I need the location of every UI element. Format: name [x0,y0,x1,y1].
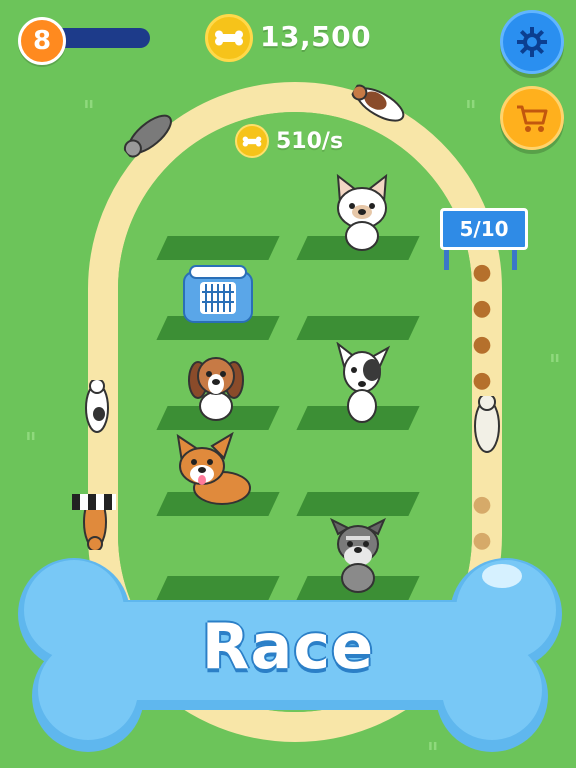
shop-button[interactable] [500,86,564,150]
shopping-cart-icon [517,105,548,132]
race-button-label: Race [201,610,375,683]
level-badge: 8 [18,17,66,65]
paw-icon: ● [472,368,492,393]
racing-dog-bull-terrier [82,380,112,434]
grass-decoration: ıı [466,96,476,112]
start-finish-line [72,494,116,510]
paw-icon: ● [472,332,492,357]
paw-icon: ● [472,492,492,517]
grid-slot[interactable] [296,492,420,516]
gear-icon [517,27,547,57]
pet-carrier-icon[interactable] [180,262,256,328]
coin-balance: 13,500 [260,20,372,53]
paw-icon: ● [472,296,492,321]
grid-slot[interactable] [156,236,280,260]
dog-beagle[interactable] [184,350,248,422]
bone-coin-icon [235,124,269,158]
settings-button[interactable] [500,10,564,74]
race-progress-sign: 5/10 [440,208,528,250]
dog-french-bulldog[interactable] [330,172,394,252]
grass-decoration: ıı [84,96,94,112]
bone-coin-icon [205,14,253,62]
grass-decoration: ıı [26,428,36,444]
income-rate: 510/s [276,129,344,154]
dog-bull-terrier[interactable] [330,342,394,426]
grass-decoration: ıı [550,350,560,366]
paw-icon: ● [472,260,492,285]
dog-corgi[interactable] [172,432,256,510]
racing-dog-white [470,396,504,458]
grid-slot[interactable] [296,316,420,340]
